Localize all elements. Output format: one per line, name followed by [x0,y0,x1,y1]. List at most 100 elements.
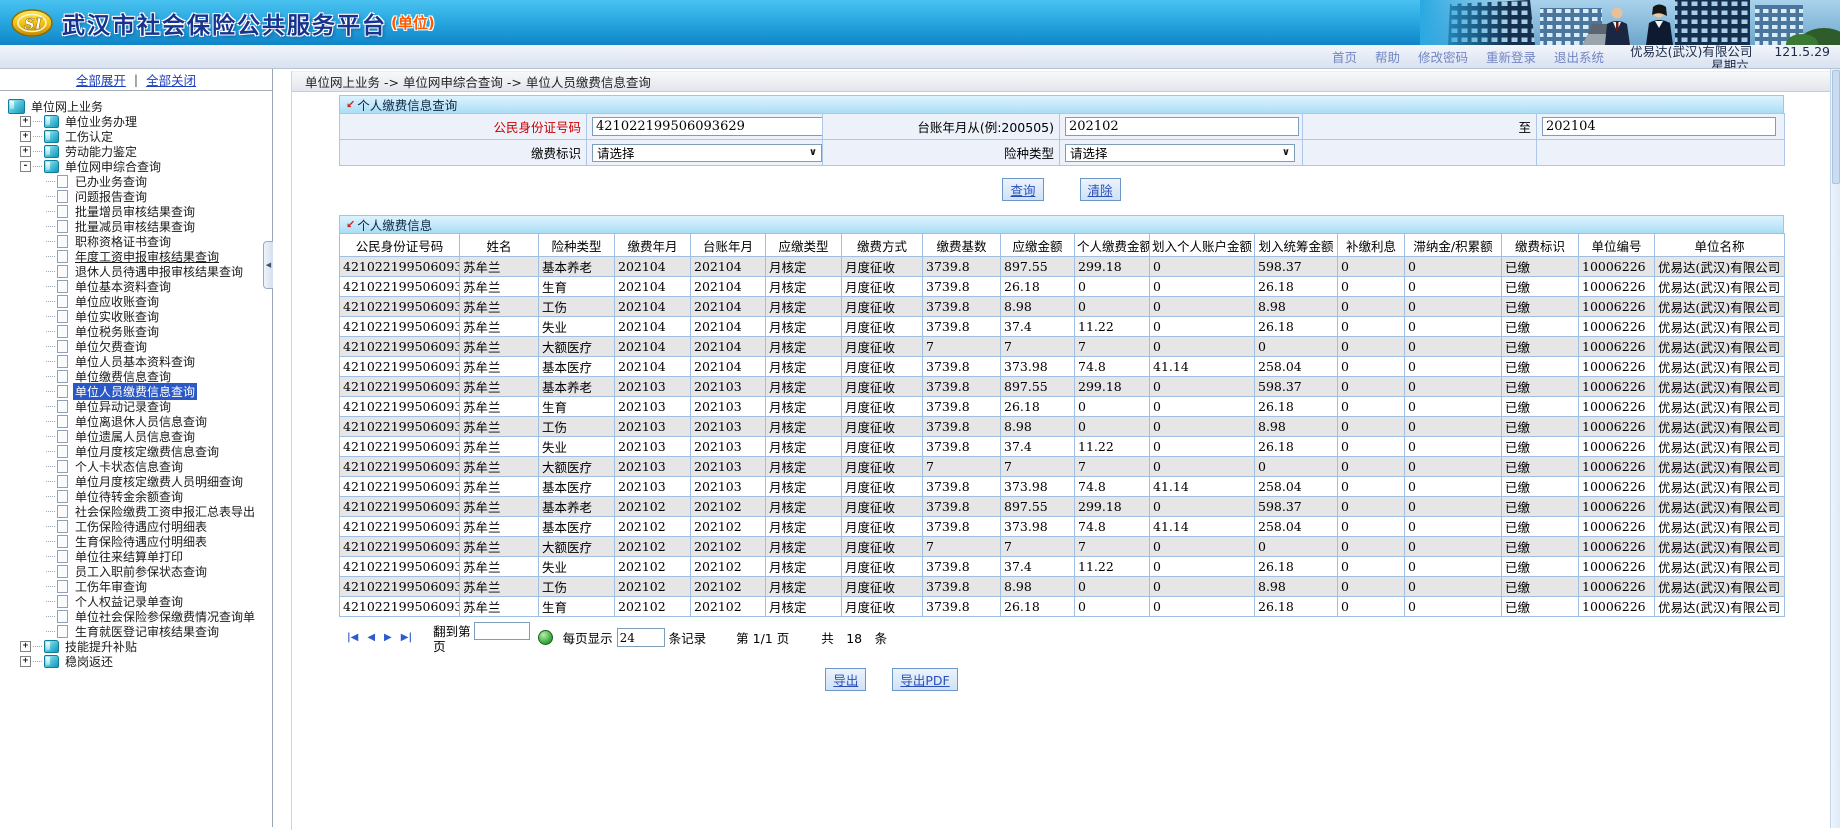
scrollbar-thumb[interactable] [1832,70,1840,184]
tree-guide [46,631,55,632]
sidebar-item[interactable]: 问题报告查询 [6,189,272,204]
sidebar-collapse-handle[interactable]: ◀ [263,241,273,289]
table-cell: 3739.8 [923,497,1001,517]
results-panel-titlebar: ↙ 个人缴费信息 [339,215,1784,233]
tree-guide [46,451,55,452]
nav-link-relogin[interactable]: 重新登录 [1486,47,1536,66]
sidebar-item[interactable]: 批量减员审核结果查询 [6,219,272,234]
sidebar-item[interactable]: 职称资格证书查询 [6,234,272,249]
column-header: 台账年月 [691,234,766,257]
pay-flag-select[interactable]: 请选择 ∨ [592,144,822,162]
table-cell: 0 [1338,457,1405,477]
login-date: 121.5.29 [1774,45,1830,59]
table-cell: 26.18 [1255,397,1338,417]
sidebar-group[interactable]: +工伤认定 [6,129,272,144]
table-cell: 3739.8 [923,477,1001,497]
expand-toggle-icon[interactable]: + [20,146,31,157]
nav-link-logout[interactable]: 退出系统 [1554,47,1604,66]
last-page-icon[interactable]: ▶| [401,632,412,643]
table-cell: 0 [1255,537,1338,557]
table-cell: 月核定 [766,517,842,537]
sidebar-item[interactable]: 个人权益记录单查询 [6,594,272,609]
nav-link-change-password[interactable]: 修改密码 [1418,47,1468,66]
table-cell: 0 [1338,337,1405,357]
sidebar-item[interactable]: 单位应收账查询 [6,294,272,309]
table-cell: 10006226 [1579,577,1655,597]
first-page-icon[interactable]: |◀ [347,632,358,643]
sidebar-item[interactable]: 工伤保险待遇应付明细表 [6,519,272,534]
sidebar-group[interactable]: +技能提升补贴 [6,639,272,654]
sidebar-item[interactable]: 生育保险待遇应付明细表 [6,534,272,549]
sidebar-group[interactable]: -单位网申综合查询 [6,159,272,174]
column-header: 滞纳金/积累额 [1405,234,1502,257]
nav-link-home[interactable]: 首页 [1332,47,1357,66]
sidebar-item[interactable]: 单位月度核定缴费人员明细查询 [6,474,272,489]
table-cell: 0 [1150,317,1255,337]
sidebar-item[interactable]: 退休人员待遇申报审核结果查询 [6,264,272,279]
table-cell: 202102 [691,577,766,597]
clear-button[interactable]: 清除 [1080,178,1121,201]
sidebar-item[interactable]: 单位遗属人员信息查询 [6,429,272,444]
table-cell: 10006226 [1579,597,1655,617]
prev-page-icon[interactable]: ◀ [367,632,375,643]
folder-icon [44,130,59,143]
expand-toggle-icon[interactable]: + [20,641,31,652]
period-from-input[interactable] [1065,117,1299,136]
goto-page-input[interactable] [474,622,530,640]
expand-toggle-icon[interactable]: + [20,116,31,127]
sidebar-item[interactable]: 工伤年审查询 [6,579,272,594]
nav-link-help[interactable]: 帮助 [1375,47,1400,66]
sidebar-item[interactable]: 单位欠费查询 [6,339,272,354]
sidebar-tree: 单位网上业务+单位业务办理+工伤认定+劳动能力鉴定-单位网申综合查询已办业务查询… [0,91,272,669]
go-button-icon[interactable] [538,630,553,645]
sidebar-item[interactable]: 单位异动记录查询 [6,399,272,414]
period-to-input[interactable] [1542,117,1776,136]
table-cell: 工伤 [539,297,615,317]
query-button[interactable]: 查询 [1002,178,1043,201]
sidebar-item[interactable]: 社会保险缴费工资申报汇总表导出 [6,504,272,519]
sidebar-item[interactable]: 单位缴费信息查询 [6,369,272,384]
sidebar-item[interactable]: 已办业务查询 [6,174,272,189]
sidebar-item[interactable]: 个人卡状态信息查询 [6,459,272,474]
insurance-type-select[interactable]: 请选择 ∨ [1065,144,1295,162]
table-cell: 41.14 [1150,477,1255,497]
table-cell: 0 [1405,337,1502,357]
sidebar-item[interactable]: 批量增员审核结果查询 [6,204,272,219]
id-input[interactable] [592,117,823,136]
expand-all-link[interactable]: 全部展开 [76,70,126,89]
expand-toggle-icon[interactable]: - [20,161,31,172]
id-label: 公民身份证号码 [340,114,587,140]
table-cell: 0 [1405,497,1502,517]
sidebar-item[interactable]: 单位社会保险参保缴费情况查询单 [6,609,272,624]
table-cell: 202102 [691,557,766,577]
sidebar-root[interactable]: 单位网上业务 [6,99,272,114]
sidebar-item[interactable]: 员工入职前参保状态查询 [6,564,272,579]
expand-toggle-icon[interactable]: + [20,131,31,142]
table-cell: 421022199506093629 [340,257,460,277]
sidebar-group[interactable]: +劳动能力鉴定 [6,144,272,159]
page-size-input[interactable] [617,628,665,647]
sidebar-group[interactable]: +稳岗返还 [6,654,272,669]
sidebar-item[interactable]: 单位离退休人员信息查询 [6,414,272,429]
sidebar-item[interactable]: 单位月度核定缴费信息查询 [6,444,272,459]
sidebar-item[interactable]: 单位实收账查询 [6,309,272,324]
sidebar-item[interactable]: 年度工资申报审核结果查询 [6,249,272,264]
export-pdf-button[interactable]: 导出PDF [892,668,957,691]
document-icon [57,220,68,233]
sidebar-item[interactable]: 单位待转金余额查询 [6,489,272,504]
sidebar-item[interactable]: 生育就医登记审核结果查询 [6,624,272,639]
table-cell: 0 [1405,357,1502,377]
sidebar-item[interactable]: 单位往来结算单打印 [6,549,272,564]
collapse-all-link[interactable]: 全部关闭 [146,70,196,89]
sidebar-item[interactable]: 单位人员基本资料查询 [6,354,272,369]
document-icon [57,580,68,593]
sidebar-group[interactable]: +单位业务办理 [6,114,272,129]
next-page-icon[interactable]: ▶ [384,632,392,643]
sidebar-item[interactable]: 单位税务账查询 [6,324,272,339]
table-cell: 已缴 [1502,337,1579,357]
export-button[interactable]: 导出 [825,668,866,691]
sidebar-item[interactable]: 单位基本资料查询 [6,279,272,294]
expand-toggle-icon[interactable]: + [20,656,31,667]
sidebar-item[interactable]: 单位人员缴费信息查询 [6,384,272,399]
page-scrollbar[interactable] [1830,69,1840,828]
